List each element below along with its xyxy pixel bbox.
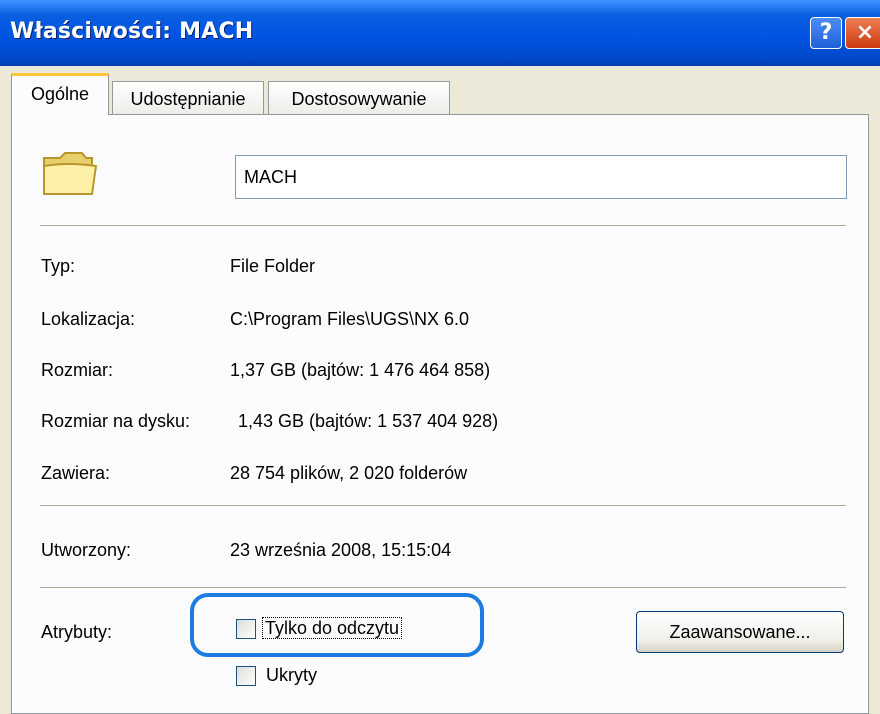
type-label: Typ:	[41, 256, 76, 276]
folder-icon	[43, 152, 98, 195]
attributes-label: Atrybuty:	[41, 622, 113, 642]
contains-value: 28 754 plików, 2 020 folderów	[230, 463, 468, 483]
highlight-outline	[190, 593, 484, 657]
folder-name-field[interactable]: MACH	[235, 155, 847, 199]
location-value: C:\Program Files\UGS\NX 6.0	[230, 309, 470, 329]
advanced-button-label: Zaawansowane...	[669, 622, 811, 642]
size-value: 1,37 GB (bajtów: 1 476 464 858)	[230, 360, 491, 380]
title-bar[interactable]: Właściwości: MACH ? ×	[0, 0, 880, 66]
divider	[40, 225, 846, 227]
hidden-checkbox[interactable]	[236, 666, 256, 686]
divider	[40, 587, 846, 589]
created-label: Utworzony:	[41, 540, 132, 560]
size-on-disk-label: Rozmiar na dysku:	[41, 411, 191, 431]
size-on-disk-value: 1,43 GB (bajtów: 1 537 404 928)	[238, 411, 499, 431]
tab-general[interactable]: Ogólne	[11, 73, 109, 115]
hidden-label[interactable]: Ukryty	[266, 665, 317, 686]
close-icon: ×	[855, 20, 875, 45]
help-icon: ?	[819, 20, 833, 45]
size-label: Rozmiar:	[41, 360, 114, 380]
folder-name-value: MACH	[244, 167, 297, 187]
type-value: File Folder	[230, 256, 316, 276]
tab-customize[interactable]: Dostosowywanie	[268, 81, 450, 117]
help-button[interactable]: ?	[810, 17, 842, 49]
tab-general-label: Ogólne	[30, 84, 90, 104]
tab-sharing-label: Udostępnianie	[130, 89, 246, 109]
created-value: 23 września 2008, 15:15:04	[230, 540, 452, 560]
close-button[interactable]: ×	[845, 17, 880, 49]
divider	[40, 505, 846, 507]
contains-label: Zawiera:	[41, 463, 111, 483]
tab-sharing[interactable]: Udostępnianie	[112, 81, 264, 117]
advanced-button[interactable]: Zaawansowane...	[636, 611, 844, 653]
window-title: Właściwości: MACH	[10, 19, 254, 44]
location-label: Lokalizacja:	[41, 309, 136, 329]
tab-customize-label: Dostosowywanie	[291, 89, 427, 109]
